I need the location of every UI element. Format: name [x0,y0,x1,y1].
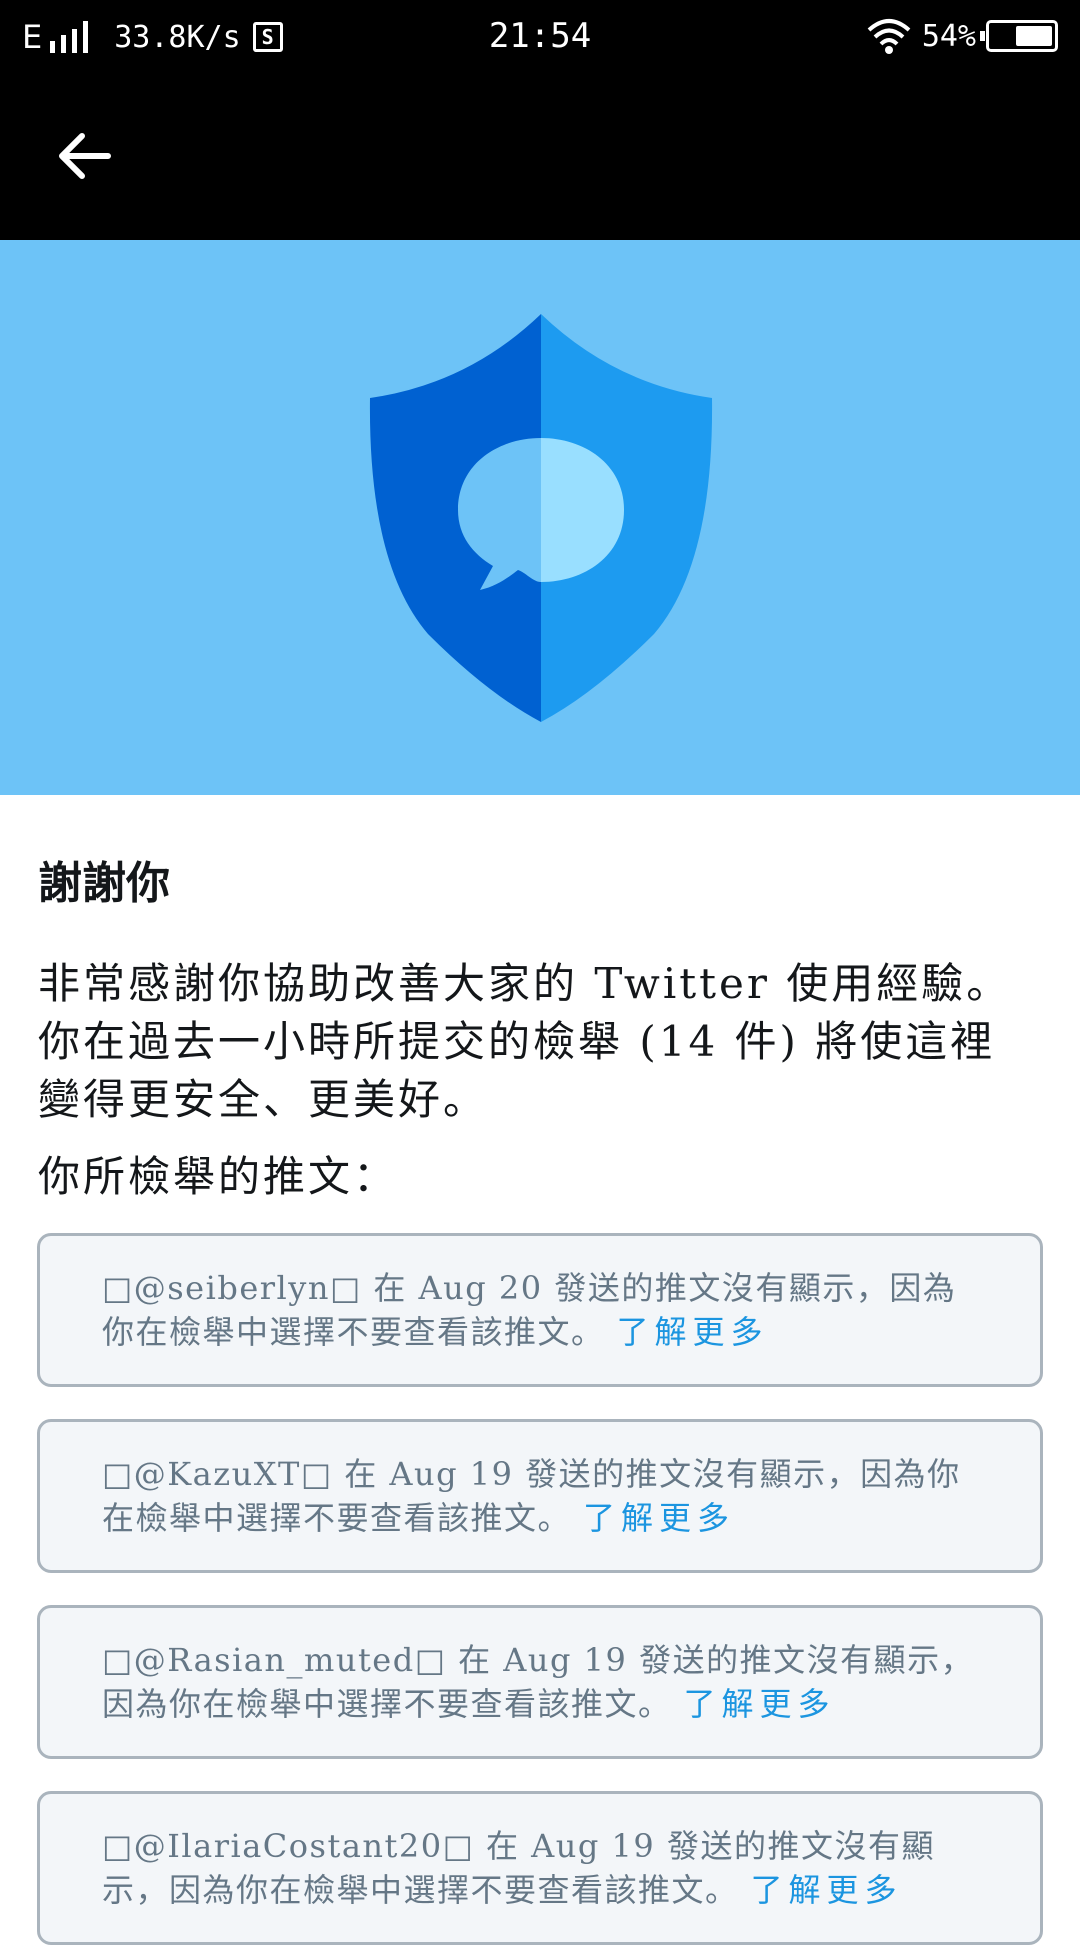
battery-percent: 54% [921,18,976,54]
learn-more-link[interactable]: 了解更多 [751,1871,903,1909]
battery-icon [980,20,1058,52]
learn-more-link[interactable]: 了解更多 [684,1685,836,1723]
shield-chat-icon [369,314,713,722]
report-card: □@Rasian_muted□ 在 Aug 19 發送的推文沒有顯示，因為你在檢… [37,1605,1043,1759]
report-card: □@seiberlyn□ 在 Aug 20 發送的推文沒有顯示，因為你在檢舉中選… [37,1233,1043,1387]
page-title: 謝謝你 [38,858,170,909]
report-card: □@KazuXT□ 在 Aug 19 發送的推文沒有顯示，因為你在檢舉中選擇不要… [37,1419,1043,1573]
learn-more-link[interactable]: 了解更多 [583,1499,735,1537]
report-text: □@seiberlyn□ 在 Aug 20 發送的推文沒有顯示，因為你在檢舉中選… [102,1269,957,1351]
learn-more-link[interactable]: 了解更多 [617,1313,769,1351]
reported-tweets-heading: 你所檢舉的推文： [38,1152,399,1201]
status-bar: E 33.8K/s S 21:54 54% [0,0,1080,72]
app-bar [0,72,1080,240]
hero-banner [0,240,1080,795]
arrow-left-icon[interactable] [52,124,116,188]
thank-you-message: 非常感謝你協助改善大家的 Twitter 使用經驗。你在過去一小時所提交的檢舉 … [38,959,1012,1124]
report-card: □@IlariaCostant20□ 在 Aug 19 發送的推文沒有顯示，因為… [37,1791,1043,1945]
report-text: □@KazuXT□ 在 Aug 19 發送的推文沒有顯示，因為你在檢舉中選擇不要… [102,1455,961,1537]
report-text: □@Rasian_muted□ 在 Aug 19 發送的推文沒有顯示，因為你在檢… [102,1641,975,1723]
wifi-icon [867,19,911,54]
